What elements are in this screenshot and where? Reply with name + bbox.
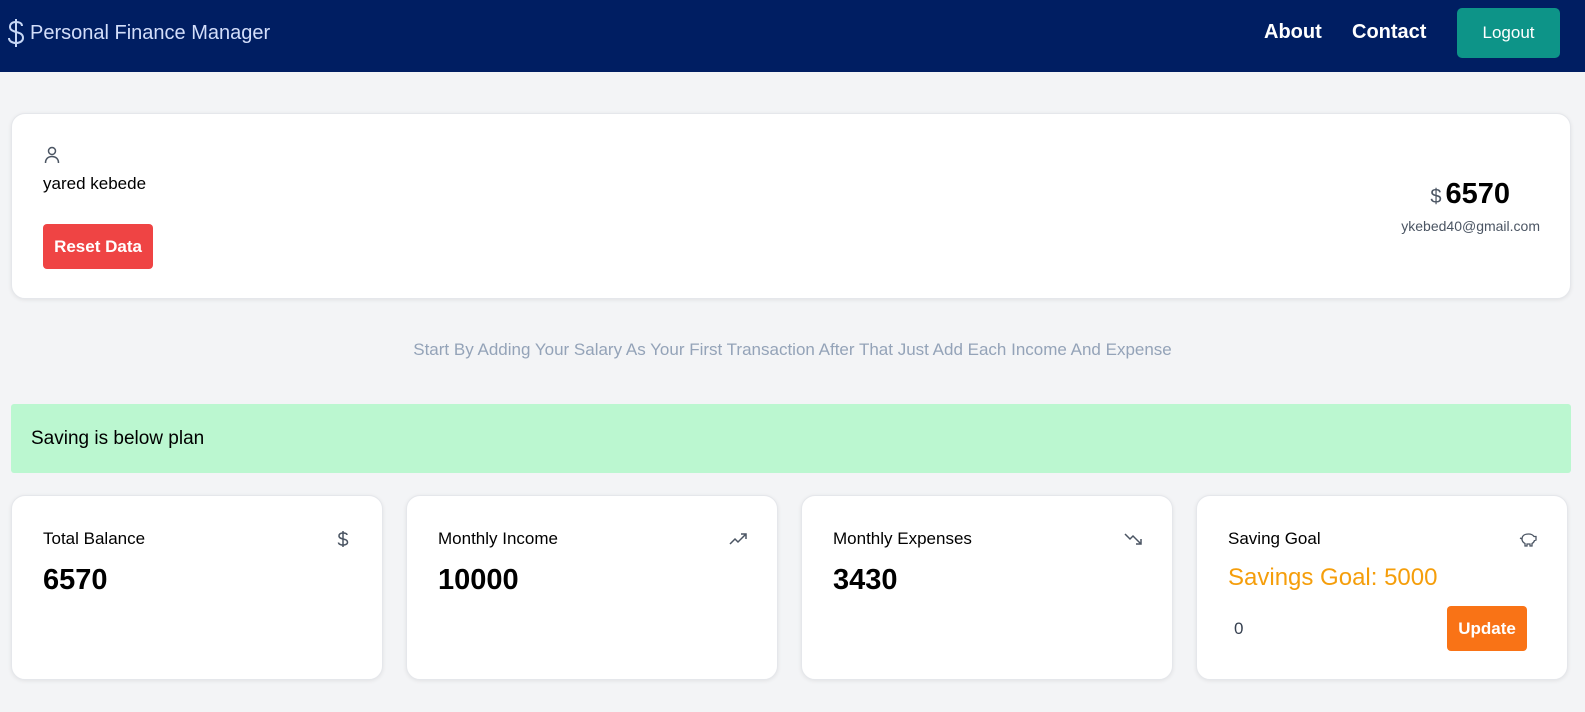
card-value: 10000: [438, 564, 519, 596]
balance-currency: $: [1430, 186, 1442, 208]
card-value: 6570: [43, 564, 108, 596]
monthly-expenses-card: Monthly Expenses 3430: [801, 495, 1173, 680]
brand-title: Personal Finance Manager: [30, 21, 271, 44]
reset-data-button[interactable]: Reset Data: [43, 224, 153, 269]
saving-status-alert: Saving is below plan: [11, 404, 1571, 473]
balance-amount: 6570: [1445, 178, 1510, 210]
update-goal-button[interactable]: Update: [1447, 606, 1527, 651]
trending-down-icon: [1124, 533, 1142, 545]
savings-goal-text: Savings Goal: 5000: [1228, 564, 1438, 591]
card-title: Total Balance: [43, 529, 146, 548]
brand[interactable]: Personal Finance Manager: [6, 17, 270, 49]
user-icon: [44, 146, 60, 164]
nav-contact-link[interactable]: Contact: [1352, 21, 1426, 44]
card-title: Monthly Expenses: [833, 529, 972, 548]
profile-card: yared kebede Reset Data $ 6570 ykebed40@…: [11, 113, 1571, 299]
header-balance: $ 6570: [1430, 178, 1510, 211]
monthly-income-card: Monthly Income 10000: [406, 495, 778, 680]
logout-button[interactable]: Logout: [1457, 8, 1560, 58]
trending-up-icon: [729, 533, 747, 545]
card-title: Monthly Income: [438, 529, 558, 548]
alert-message: Saving is below plan: [31, 427, 205, 449]
total-balance-card: Total Balance 6570: [11, 495, 383, 680]
dollar-icon: [337, 531, 349, 547]
card-title: Saving Goal: [1228, 529, 1321, 548]
piggy-bank-icon: [1519, 533, 1537, 547]
onboarding-hint: Start By Adding Your Salary As Your Firs…: [413, 340, 1172, 359]
navbar: Personal Finance Manager About Contact L…: [0, 0, 1585, 72]
dollar-icon: [8, 19, 25, 47]
savings-goal-input[interactable]: [1228, 609, 1328, 649]
card-value: 3430: [833, 564, 898, 596]
saving-goal-card: Saving Goal Savings Goal: 5000 Update: [1196, 495, 1568, 680]
nav-about-link[interactable]: About: [1264, 21, 1322, 44]
user-name: yared kebede: [43, 174, 147, 193]
user-email: ykebed40@gmail.com: [1401, 218, 1540, 234]
